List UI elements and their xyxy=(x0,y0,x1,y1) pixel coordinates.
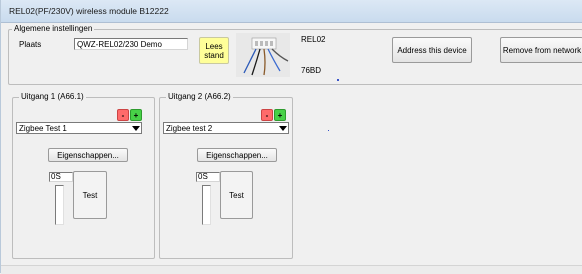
output-1-level-slider[interactable] xyxy=(55,185,64,225)
output-2-test-label: Test xyxy=(229,190,244,200)
output-2-select-value: Zigbee test 2 xyxy=(166,124,213,133)
remove-from-network-button[interactable]: Remove from network xyxy=(500,37,582,63)
app-window: REL02(PF/230V) wireless module B12222 Al… xyxy=(0,0,582,274)
output-1-minus-button[interactable]: - xyxy=(117,109,129,121)
output-2-properties-button[interactable]: Eigenschappen... xyxy=(197,148,277,162)
output-1-time-input[interactable]: 0S xyxy=(49,172,73,182)
location-label: Plaats xyxy=(19,40,42,49)
output-2-test-button[interactable]: Test xyxy=(220,171,253,219)
output-1-test-label: Test xyxy=(82,190,98,200)
address-device-label: Address this device xyxy=(397,45,467,55)
output-1-legend: Uitgang 1 (A66.1) xyxy=(19,92,86,101)
device-type-label: REL02 xyxy=(301,35,326,44)
read-status-label: Lees stand xyxy=(204,41,224,60)
output-2-level-slider[interactable] xyxy=(202,185,211,225)
output-1-minus-label: - xyxy=(121,110,125,120)
output-2-time-input[interactable]: 0S xyxy=(196,172,220,182)
output-1-test-button[interactable]: Test xyxy=(73,171,107,219)
output-1-properties-label: Eigenschappen... xyxy=(57,150,119,160)
marker-dot xyxy=(337,79,339,81)
output-2-properties-label: Eigenschappen... xyxy=(206,150,268,160)
location-input[interactable]: QWZ-REL02/230 Demo xyxy=(74,38,188,50)
output-2-plus-button[interactable]: + xyxy=(274,109,286,121)
read-status-button[interactable]: Lees stand xyxy=(199,37,229,64)
output-1-select[interactable]: Zigbee Test 1 xyxy=(16,122,142,134)
general-settings-legend: Algemene instellingen xyxy=(12,24,95,33)
output-1-properties-button[interactable]: Eigenschappen... xyxy=(48,148,128,162)
device-address-label: 76BD xyxy=(301,66,322,75)
output-1-plus-button[interactable]: + xyxy=(130,109,142,121)
output-2-minus-label: - xyxy=(265,110,269,120)
output-2-select[interactable]: Zigbee test 2 xyxy=(163,122,289,134)
chevron-down-icon[interactable] xyxy=(129,123,141,133)
marker-dot xyxy=(328,130,329,131)
relay-module-icon xyxy=(236,33,290,77)
output-1-select-value: Zigbee Test 1 xyxy=(19,124,67,133)
output-1-plus-label: + xyxy=(133,110,139,120)
address-device-button[interactable]: Address this device xyxy=(392,37,472,63)
relay-module-photo xyxy=(236,33,290,77)
window-title: REL02(PF/230V) wireless module B12222 xyxy=(9,6,169,16)
output-2-legend: Uitgang 2 (A66.2) xyxy=(166,92,233,101)
output-2-plus-label: + xyxy=(277,110,283,120)
output-2-minus-button[interactable]: - xyxy=(261,109,273,121)
remove-from-network-label: Remove from network xyxy=(502,45,582,55)
title-bar: REL02(PF/230V) wireless module B12222 xyxy=(1,0,582,23)
chevron-down-icon[interactable] xyxy=(276,123,288,133)
